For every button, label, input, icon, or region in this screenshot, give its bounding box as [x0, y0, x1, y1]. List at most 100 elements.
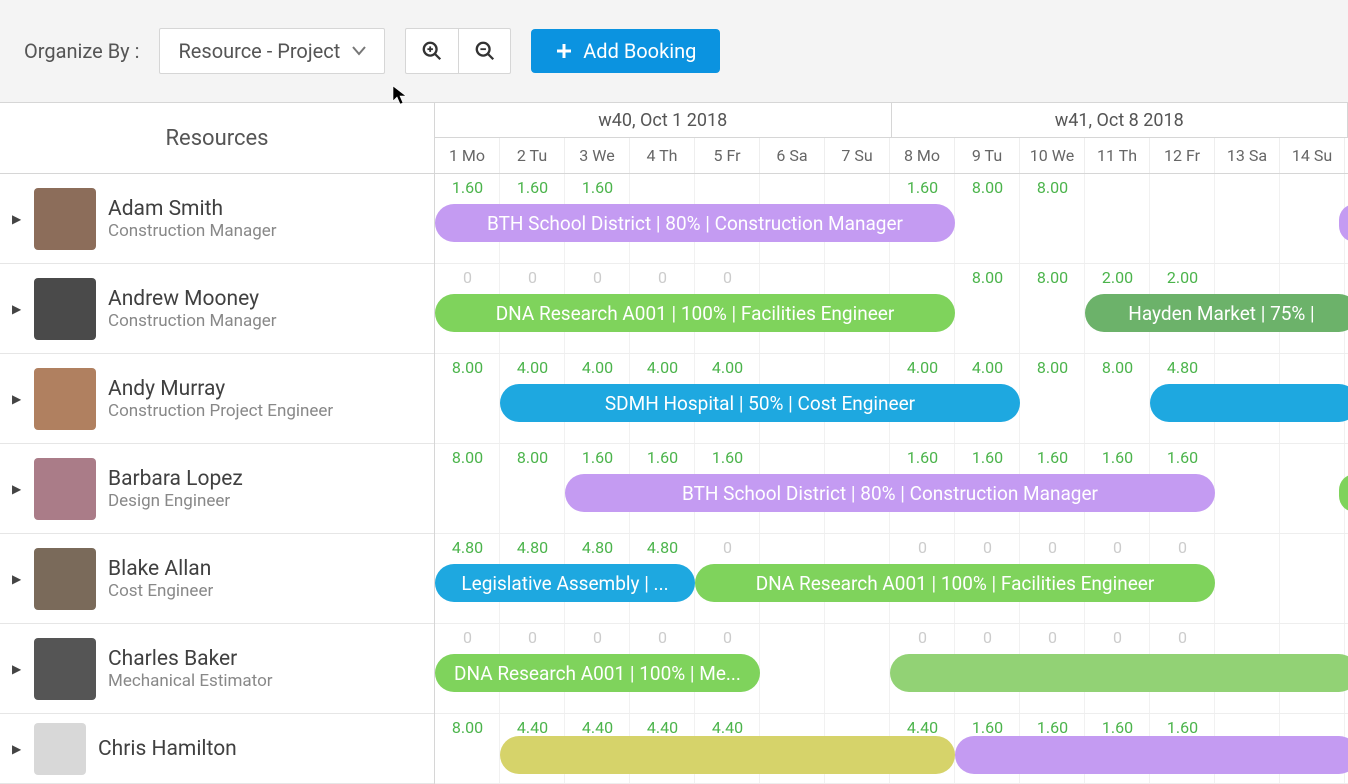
- hours-value: 0: [890, 538, 955, 557]
- booking-bar[interactable]: BTH School District | 80% | Construction…: [435, 204, 955, 242]
- hours-value: 0: [565, 268, 630, 287]
- resource-row[interactable]: ▶ Adam Smith Construction Manager: [0, 174, 434, 264]
- resource-name: Charles Baker: [108, 647, 273, 671]
- timeline-row: 8.004.404.404.404.404.401.601.601.601.60: [435, 714, 1348, 784]
- day-header: 13 Sa: [1215, 138, 1280, 173]
- hours-value: [760, 628, 825, 647]
- hours-value: 4.40: [500, 718, 565, 737]
- hours-value: 0: [565, 628, 630, 647]
- hours-value: 8.00: [500, 448, 565, 467]
- day-header: 2 Tu: [500, 138, 565, 173]
- resource-role: Design Engineer: [108, 491, 243, 511]
- expand-caret-icon[interactable]: ▶: [12, 572, 22, 586]
- hours-value: [760, 718, 825, 737]
- expand-caret-icon[interactable]: ▶: [12, 302, 22, 316]
- zoom-out-button[interactable]: [458, 29, 510, 73]
- booking-bar[interactable]: [1339, 474, 1348, 512]
- expand-caret-icon[interactable]: ▶: [12, 742, 22, 756]
- hours-value: 4.40: [695, 718, 760, 737]
- expand-caret-icon[interactable]: ▶: [12, 662, 22, 676]
- hours-value: [1280, 358, 1345, 377]
- add-booking-button[interactable]: Add Booking: [531, 29, 720, 73]
- booking-bar[interactable]: [500, 736, 955, 774]
- resource-role: Construction Project Engineer: [108, 401, 333, 421]
- hours-value: 4.80: [1150, 358, 1215, 377]
- booking-bar[interactable]: [890, 654, 1348, 692]
- hours-value: [1280, 268, 1345, 287]
- booking-bar[interactable]: [955, 736, 1348, 774]
- resource-row[interactable]: ▶ Andrew Mooney Construction Manager: [0, 264, 434, 354]
- day-header: 4 Th: [630, 138, 695, 173]
- name-block: Andrew Mooney Construction Manager: [108, 287, 277, 331]
- hours-value: 2.00: [1150, 268, 1215, 287]
- booking-bar[interactable]: [1150, 384, 1348, 422]
- expand-caret-icon[interactable]: ▶: [12, 212, 22, 226]
- hours-value: 0: [1020, 628, 1085, 647]
- hours-value: [760, 178, 825, 197]
- hours-value: 4.00: [565, 358, 630, 377]
- hours-value: [630, 178, 695, 197]
- organize-by-dropdown[interactable]: Resource - Project: [159, 28, 385, 74]
- day-header: 9 Tu: [955, 138, 1020, 173]
- resource-row[interactable]: ▶ Blake Allan Cost Engineer: [0, 534, 434, 624]
- booking-bar[interactable]: DNA Research A001 | 100% | Me...: [435, 654, 760, 692]
- hours-value: [760, 538, 825, 557]
- hours-value: [1280, 538, 1345, 557]
- hours-value: 8.00: [1085, 358, 1150, 377]
- hours-value: 1.60: [955, 448, 1020, 467]
- hours-value: 0: [695, 538, 760, 557]
- expand-caret-icon[interactable]: ▶: [12, 392, 22, 406]
- hours-value: 0: [500, 628, 565, 647]
- resource-row[interactable]: ▶ Chris Hamilton: [0, 714, 434, 784]
- hours-value: 1.60: [630, 448, 695, 467]
- booking-bar[interactable]: SDMH Hospital | 50% | Cost Engineer: [500, 384, 1020, 422]
- hours-value: [825, 358, 890, 377]
- hours-value: 0: [1150, 538, 1215, 557]
- name-block: Barbara Lopez Design Engineer: [108, 467, 243, 511]
- avatar: [34, 458, 96, 520]
- resource-row[interactable]: ▶ Barbara Lopez Design Engineer: [0, 444, 434, 534]
- toolbar: Organize By : Resource - Project Add Boo…: [0, 0, 1348, 102]
- day-header: 5 Fr: [695, 138, 760, 173]
- hours-value: [1215, 178, 1280, 197]
- hours-value: 0: [695, 628, 760, 647]
- scheduler-grid: Resources ▶ Adam Smith Construction Mana…: [0, 102, 1348, 784]
- hours-value: [1280, 448, 1345, 467]
- avatar: [34, 723, 86, 775]
- hours-value: 1.60: [435, 178, 500, 197]
- avatar: [34, 368, 96, 430]
- week-header: w40, Oct 1 2018: [435, 103, 892, 137]
- hours-value: [1215, 718, 1280, 737]
- hours-value: [1280, 178, 1345, 197]
- name-block: Chris Hamilton: [98, 737, 237, 761]
- hours-value: 0: [955, 538, 1020, 557]
- booking-bar[interactable]: DNA Research A001 | 100% | Facilities En…: [695, 564, 1215, 602]
- resource-row[interactable]: ▶ Andy Murray Construction Project Engin…: [0, 354, 434, 444]
- hours-value: 4.00: [500, 358, 565, 377]
- hours-value: 8.00: [435, 358, 500, 377]
- hours-value: 4.80: [500, 538, 565, 557]
- timeline-row: 4.804.804.804.80000000Legislative Assemb…: [435, 534, 1348, 624]
- booking-bar[interactable]: DNA Research A001 | 100% | Facilities En…: [435, 294, 955, 332]
- hours-value: 1.60: [1085, 448, 1150, 467]
- resource-role: Construction Manager: [108, 221, 277, 241]
- resource-name: Blake Allan: [108, 557, 213, 581]
- booking-bar[interactable]: Hayden Market | 75% |: [1085, 294, 1348, 332]
- zoom-in-button[interactable]: [406, 29, 458, 73]
- booking-bar[interactable]: [1339, 204, 1348, 242]
- resource-name: Andy Murray: [108, 377, 333, 401]
- chevron-down-icon: [352, 46, 366, 56]
- hours-value: [1215, 538, 1280, 557]
- name-block: Adam Smith Construction Manager: [108, 197, 277, 241]
- hours-value: [695, 178, 760, 197]
- hours-value: [1215, 268, 1280, 287]
- booking-bar[interactable]: Legislative Assembly | ...: [435, 564, 695, 602]
- expand-caret-icon[interactable]: ▶: [12, 482, 22, 496]
- day-header: 7 Su: [825, 138, 890, 173]
- week-header-row: w40, Oct 1 2018w41, Oct 8 2018: [435, 103, 1348, 138]
- hours-value: [1150, 178, 1215, 197]
- hours-value: 1.60: [955, 718, 1020, 737]
- resource-row[interactable]: ▶ Charles Baker Mechanical Estimator: [0, 624, 434, 714]
- hours-value: 8.00: [955, 178, 1020, 197]
- booking-bar[interactable]: BTH School District | 80% | Construction…: [565, 474, 1215, 512]
